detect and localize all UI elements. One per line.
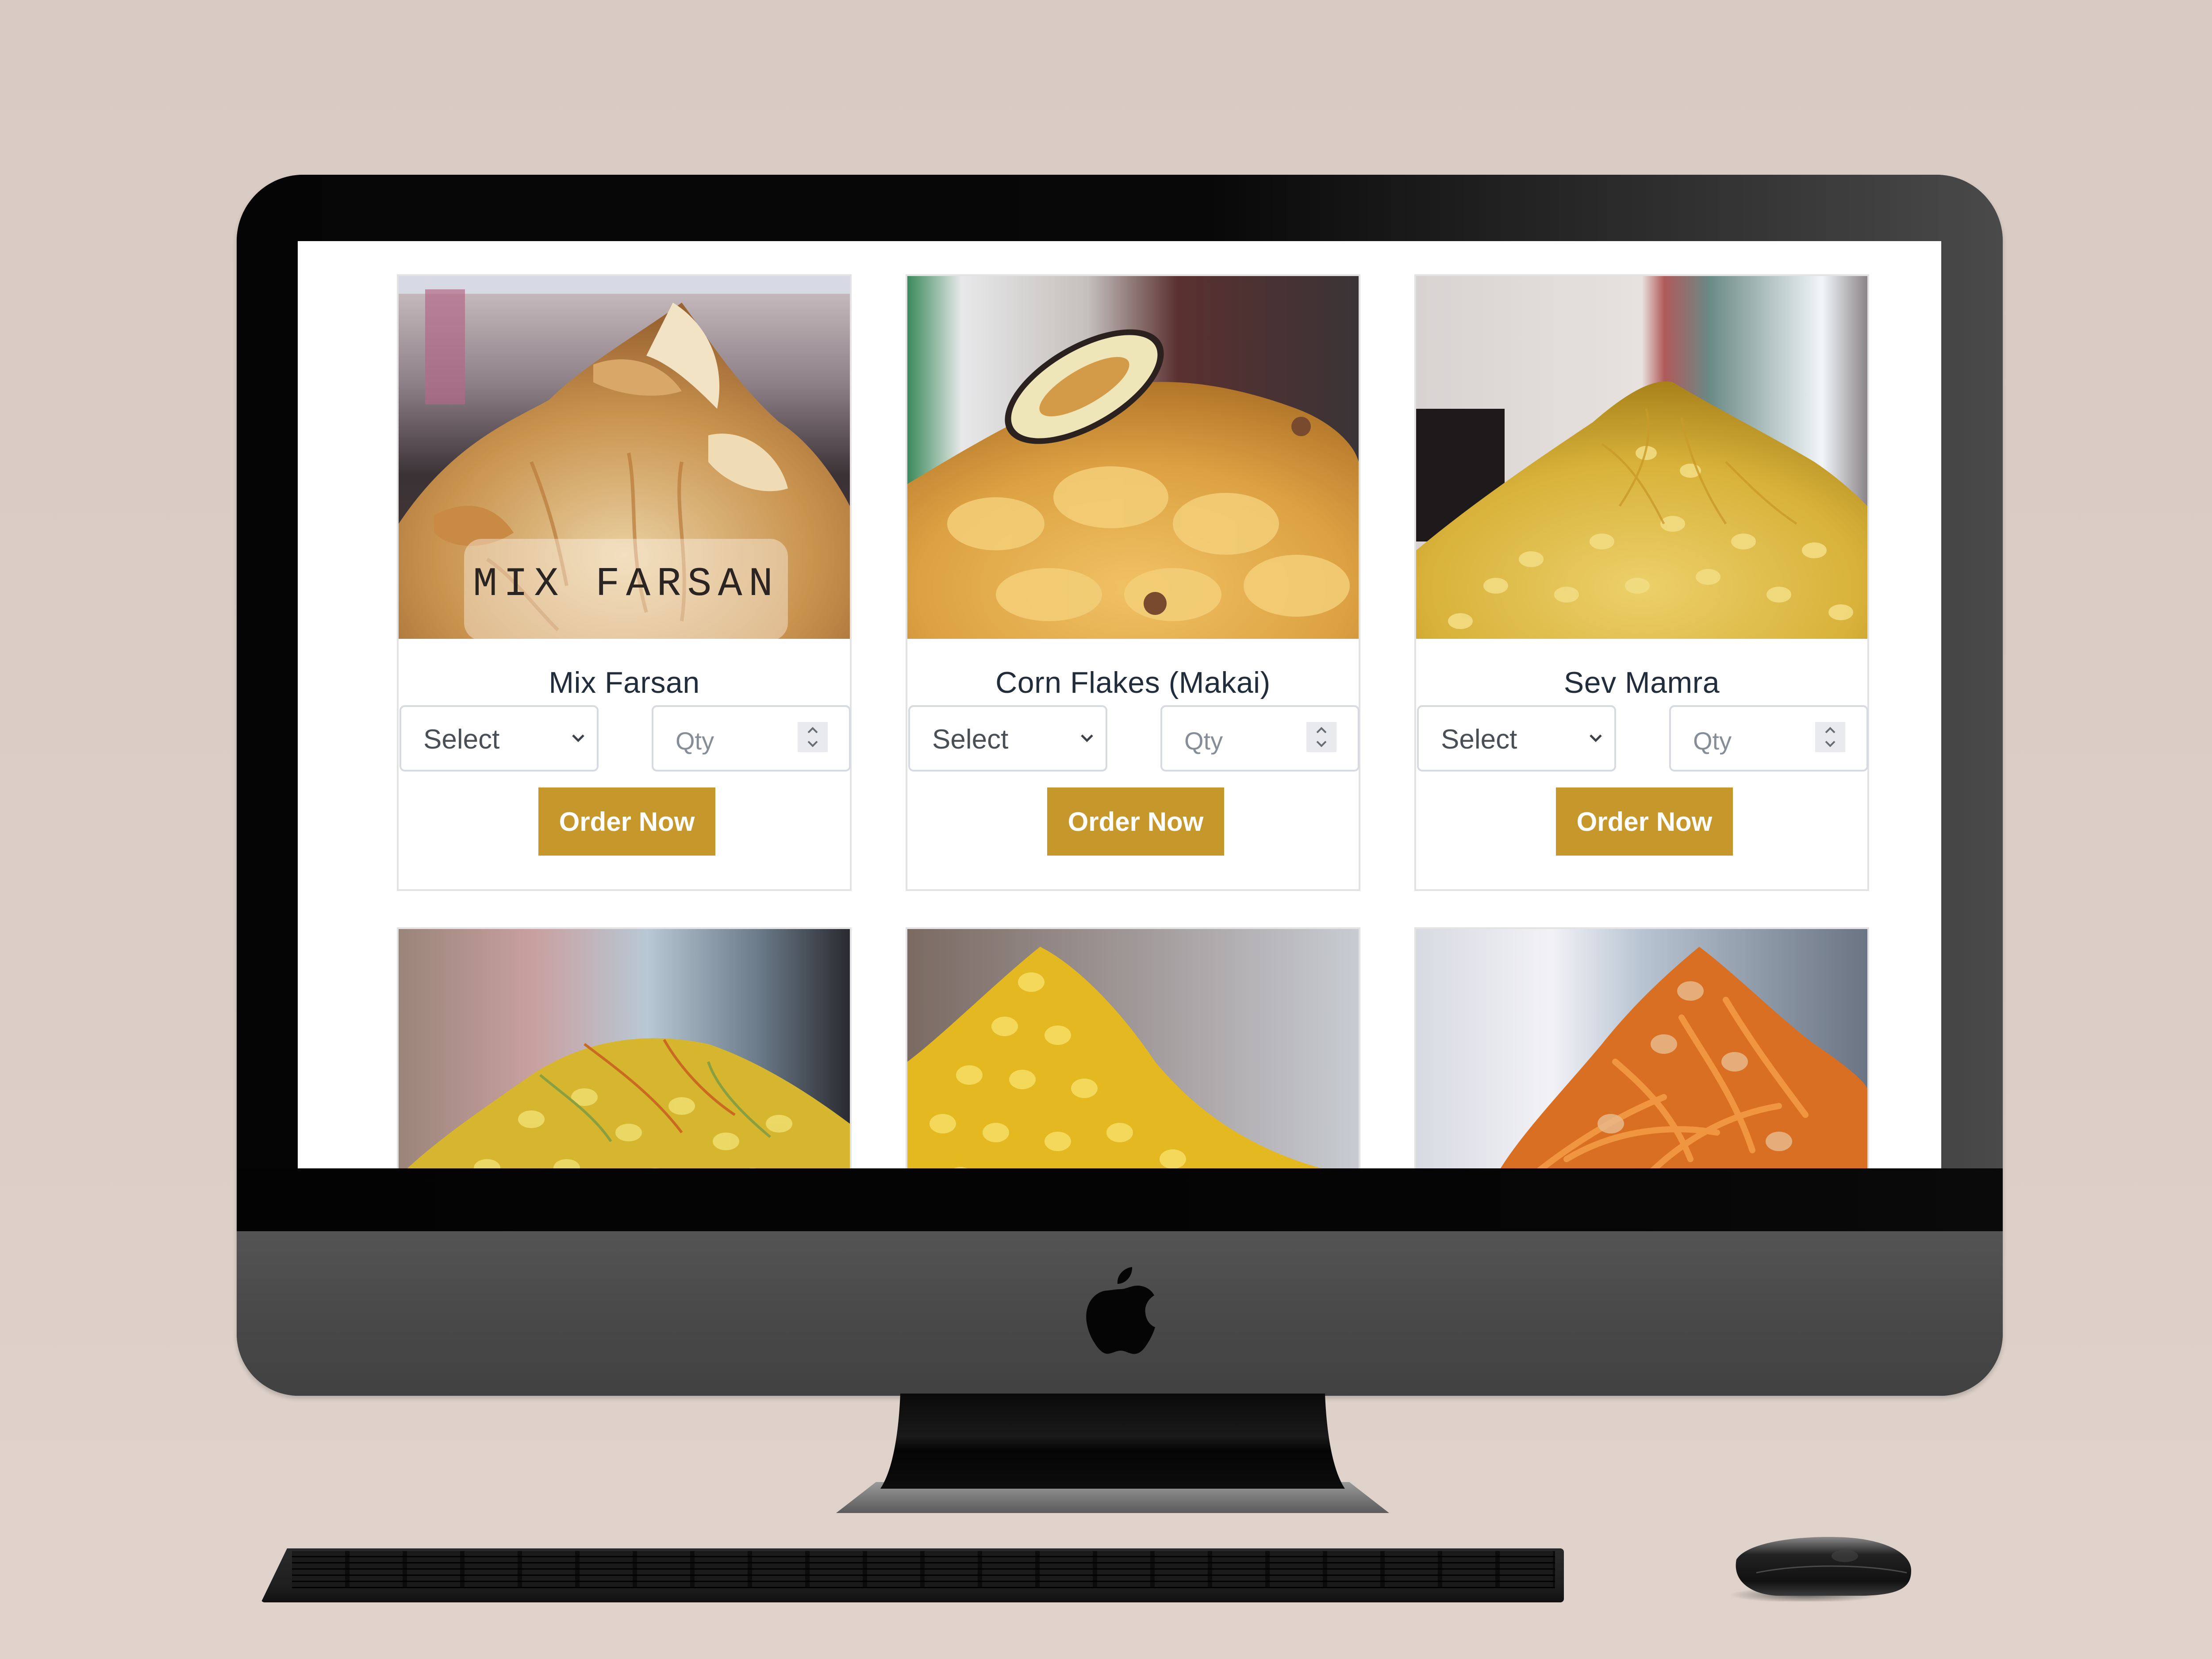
quantity-spinner-icon[interactable] [798, 722, 828, 752]
product-card [906, 927, 1360, 1168]
quantity-placeholder: Qty [1693, 727, 1732, 755]
quantity-spinner-icon[interactable] [1815, 722, 1845, 752]
product-image[interactable] [399, 929, 850, 1168]
product-photo-sev-mamra [1416, 276, 1867, 639]
product-card [1414, 927, 1869, 1168]
select-value: Select [932, 724, 1009, 755]
product-card: Corn Flakes (Makai) Select Qty Order Now [906, 274, 1360, 891]
product-photo-corn-flakes [907, 276, 1359, 639]
product-title: Corn Flakes (Makai) [995, 666, 1271, 699]
card-body: Corn Flakes (Makai) Select Qty Order Now [907, 639, 1359, 889]
product-grid: MIX FARSAN Mix Farsan Select Qty Order N… [397, 274, 1869, 1168]
order-now-button[interactable]: Order Now [1556, 787, 1733, 856]
product-photo-orange-sev-mix [1416, 929, 1867, 1168]
quantity-spinner-icon[interactable] [1306, 722, 1336, 752]
variant-select[interactable]: Select [1417, 705, 1616, 772]
keyboard-keys [292, 1551, 1555, 1588]
variant-select[interactable]: Select [399, 705, 599, 772]
keyboard [261, 1548, 1564, 1602]
quantity-input[interactable]: Qty [1160, 705, 1359, 772]
product-title: Mix Farsan [549, 666, 700, 699]
order-now-button[interactable]: Order Now [1047, 787, 1224, 856]
product-card: Sev Mamra Select Qty Order Now [1414, 274, 1869, 891]
quantity-placeholder: Qty [1184, 727, 1223, 755]
image-caption-text: MIX FARSAN [472, 561, 780, 607]
apple-logo-icon [1086, 1267, 1155, 1354]
variant-select[interactable]: Select [908, 705, 1107, 772]
monitor-bezel-bottom [237, 1168, 2003, 1231]
product-card [397, 927, 852, 1168]
card-body: Mix Farsan Select Qty Order Now [399, 639, 851, 889]
product-image[interactable] [1416, 276, 1867, 639]
order-now-button[interactable]: Order Now [538, 787, 715, 856]
quantity-input[interactable]: Qty [652, 705, 851, 772]
image-caption-badge: MIX FARSAN [464, 539, 788, 639]
chevron-down-icon [572, 734, 584, 742]
monitor-stand [836, 1394, 1389, 1513]
product-image[interactable] [907, 929, 1359, 1168]
select-value: Select [1441, 724, 1517, 755]
quantity-input[interactable]: Qty [1669, 705, 1868, 772]
product-title: Sev Mamra [1563, 666, 1720, 699]
screen: MIX FARSAN Mix Farsan Select Qty Order N… [298, 241, 1941, 1168]
magic-mouse [1730, 1537, 1911, 1601]
product-image[interactable] [1416, 929, 1867, 1168]
product-card: MIX FARSAN Mix Farsan Select Qty Order N… [397, 274, 852, 891]
monitor: MIX FARSAN Mix Farsan Select Qty Order N… [237, 175, 2003, 1396]
product-photo-yellow-mamra [907, 929, 1359, 1168]
card-body: Sev Mamra Select Qty Order Now [1416, 639, 1868, 889]
chevron-down-icon [1590, 734, 1602, 742]
product-image[interactable] [907, 276, 1359, 639]
product-photo-mixed-namkeen [399, 929, 850, 1168]
quantity-placeholder: Qty [676, 727, 714, 755]
product-image[interactable]: MIX FARSAN [399, 276, 850, 639]
chevron-down-icon [1081, 734, 1093, 742]
select-value: Select [423, 724, 500, 755]
